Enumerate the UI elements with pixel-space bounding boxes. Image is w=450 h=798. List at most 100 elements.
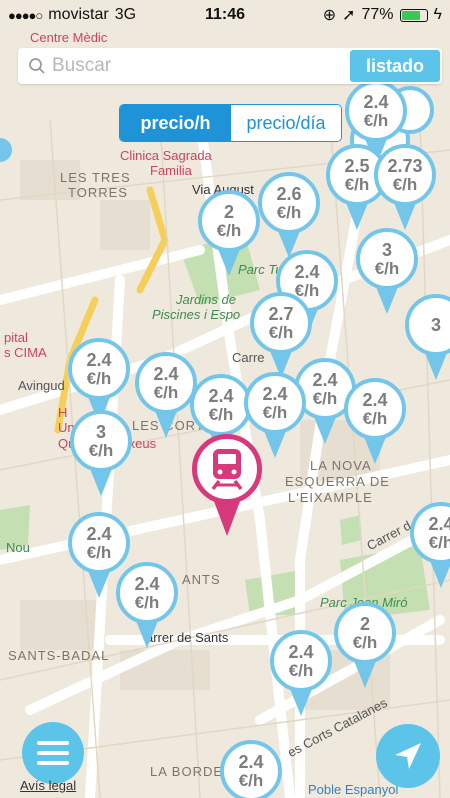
- pin-price: 2.4: [312, 369, 338, 390]
- pin-bubble: 2.4 €/h: [116, 562, 178, 624]
- parking-pin[interactable]: 2.4 €/h: [344, 378, 408, 468]
- parking-pin[interactable]: 2.4 €/h: [116, 562, 180, 652]
- parking-pin[interactable]: 2 €/h: [198, 190, 262, 280]
- pin-price: 2.4: [86, 349, 112, 370]
- signal-icon: ●●●●○: [8, 7, 43, 23]
- search-bar: listado: [18, 48, 442, 84]
- map-label-nova-esquerra-3: L'EIXAMPLE: [288, 490, 373, 505]
- pin-price: 2.4: [134, 573, 160, 594]
- pin-price: 2.73: [387, 155, 423, 176]
- pin-bubble: 2.4 €/h: [244, 372, 306, 434]
- status-bar: ●●●●○ movistar 3G 11:46 ⊕ ➚ 77% ϟ: [0, 0, 450, 30]
- train-icon: [211, 449, 243, 491]
- pin-bubble: 2 €/h: [198, 190, 260, 252]
- map-label-sants-badal: SANTS-BADAL: [8, 648, 110, 663]
- map-label-avinguda: Avingud: [18, 378, 65, 393]
- pin-price: 2.4: [208, 385, 234, 406]
- toggle-price-hour[interactable]: precio/h: [120, 105, 231, 141]
- pin-unit: €/h: [268, 322, 294, 342]
- pin-unit: €/h: [262, 402, 288, 422]
- pin-price: 2.5: [344, 155, 370, 176]
- pin-bubble: 2.4 €/h: [270, 630, 332, 692]
- parking-pin[interactable]: 2.6 €/h: [258, 172, 322, 262]
- pin-price: 2.4: [428, 513, 450, 534]
- pin-unit: €/h: [134, 592, 160, 612]
- battery-fill: [401, 10, 420, 20]
- price-mode-toggle: precio/h precio/día: [119, 104, 342, 142]
- map-label-poble-espanyol: Poble Espanyol: [308, 782, 399, 797]
- navigation-arrow-icon: [395, 743, 421, 769]
- parking-pin[interactable]: 2.4 €/h: [220, 740, 284, 798]
- parking-pin[interactable]: 2.73 €/h: [374, 144, 438, 234]
- pin-bubble: 3: [405, 294, 450, 356]
- pin-bubble: 2.4 €/h: [190, 374, 252, 436]
- pin-bubble: 2 €/h: [334, 602, 396, 664]
- search-input[interactable]: [52, 55, 350, 77]
- pin-unit: €/h: [216, 220, 242, 240]
- station-circle: [192, 434, 262, 504]
- pin-price: 2.4: [362, 389, 388, 410]
- pin-price: 2: [359, 613, 370, 634]
- pin-bubble: 2.7 €/h: [250, 292, 312, 354]
- map-label-tres-torres: LES TRES: [60, 170, 131, 185]
- pin-price: 2.4: [363, 91, 389, 112]
- pin-unit: €/h: [86, 368, 112, 388]
- map-label-clinica: Clinica Sagrada: [120, 148, 212, 163]
- pin-unit: €/h: [352, 632, 378, 652]
- pin-unit: €/h: [86, 542, 112, 562]
- legal-link[interactable]: Avís legal: [20, 778, 76, 793]
- map-label-hospital-2: s CIMA: [4, 345, 47, 360]
- pin-unit: €/h: [88, 440, 114, 460]
- location-icon: ➚: [342, 7, 356, 24]
- map-label-tres-torres-2: TORRES: [68, 185, 128, 200]
- map-label-hospital-h: H: [58, 405, 68, 420]
- pin-price: 2.4: [86, 523, 112, 544]
- pin-bubble: 2.4 €/h: [344, 378, 406, 440]
- pin-unit: €/h: [208, 404, 234, 424]
- pin-price: 3: [381, 239, 392, 260]
- pin-price: 3: [430, 314, 441, 335]
- pin-bubble: 2.4 €/h: [135, 352, 197, 414]
- list-button[interactable]: listado: [349, 50, 440, 82]
- train-station-marker[interactable]: [192, 434, 264, 538]
- pin-unit: €/h: [312, 388, 338, 408]
- carrier-name: movistar: [48, 6, 109, 23]
- status-time: 11:46: [204, 6, 246, 23]
- locate-me-button[interactable]: [376, 724, 440, 788]
- map-label-clinica-2: Familia: [150, 163, 192, 178]
- parking-pin[interactable]: 2.4 €/h: [410, 502, 450, 592]
- pin-price: 3: [95, 421, 106, 442]
- battery-percent: 77%: [361, 6, 394, 23]
- pin-bubble: 2.4 €/h: [220, 740, 282, 798]
- charging-icon: ϟ: [433, 6, 442, 23]
- pin-unit: €/h: [238, 770, 264, 790]
- map-label-la-borde: LA BORDE: [150, 764, 224, 779]
- menu-button[interactable]: [22, 722, 84, 784]
- search-icon: [22, 57, 52, 75]
- pin-price: 2: [223, 201, 234, 222]
- pin-bubble: 2.4 €/h: [68, 338, 130, 400]
- toggle-price-day[interactable]: precio/día: [231, 105, 341, 141]
- pin-unit: €/h: [288, 660, 314, 680]
- map-label-centre-medic: Centre Mèdic: [30, 30, 108, 45]
- pin-price: 2.4: [262, 383, 288, 404]
- map-label-jardins: Jardins de: [176, 292, 236, 307]
- pin-unit: €/h: [153, 382, 179, 402]
- pin-price: 2.4: [294, 261, 320, 282]
- map-label-jardins-2: Piscines i Espo: [152, 307, 241, 322]
- pin-price: 2.4: [288, 641, 314, 662]
- pin-price: 2.7: [268, 303, 294, 324]
- pin-bubble: 3 €/h: [356, 228, 418, 290]
- network-type: 3G: [114, 6, 137, 23]
- map-label-nou: Nou: [6, 540, 30, 555]
- status-right: ⊕ ➚ 77% ϟ: [323, 5, 442, 25]
- pin-bubble: 2.73 €/h: [374, 144, 436, 206]
- pin-unit: €/h: [392, 174, 418, 194]
- parking-pin[interactable]: 3: [405, 294, 450, 384]
- battery-icon: [399, 8, 428, 22]
- parking-pin[interactable]: 2 €/h: [334, 602, 398, 692]
- parking-pin[interactable]: 2.4 €/h: [270, 630, 334, 720]
- pin-unit: €/h: [362, 408, 388, 428]
- rotation-lock-icon: ⊕: [322, 7, 337, 24]
- parking-pin[interactable]: 3 €/h: [70, 410, 134, 500]
